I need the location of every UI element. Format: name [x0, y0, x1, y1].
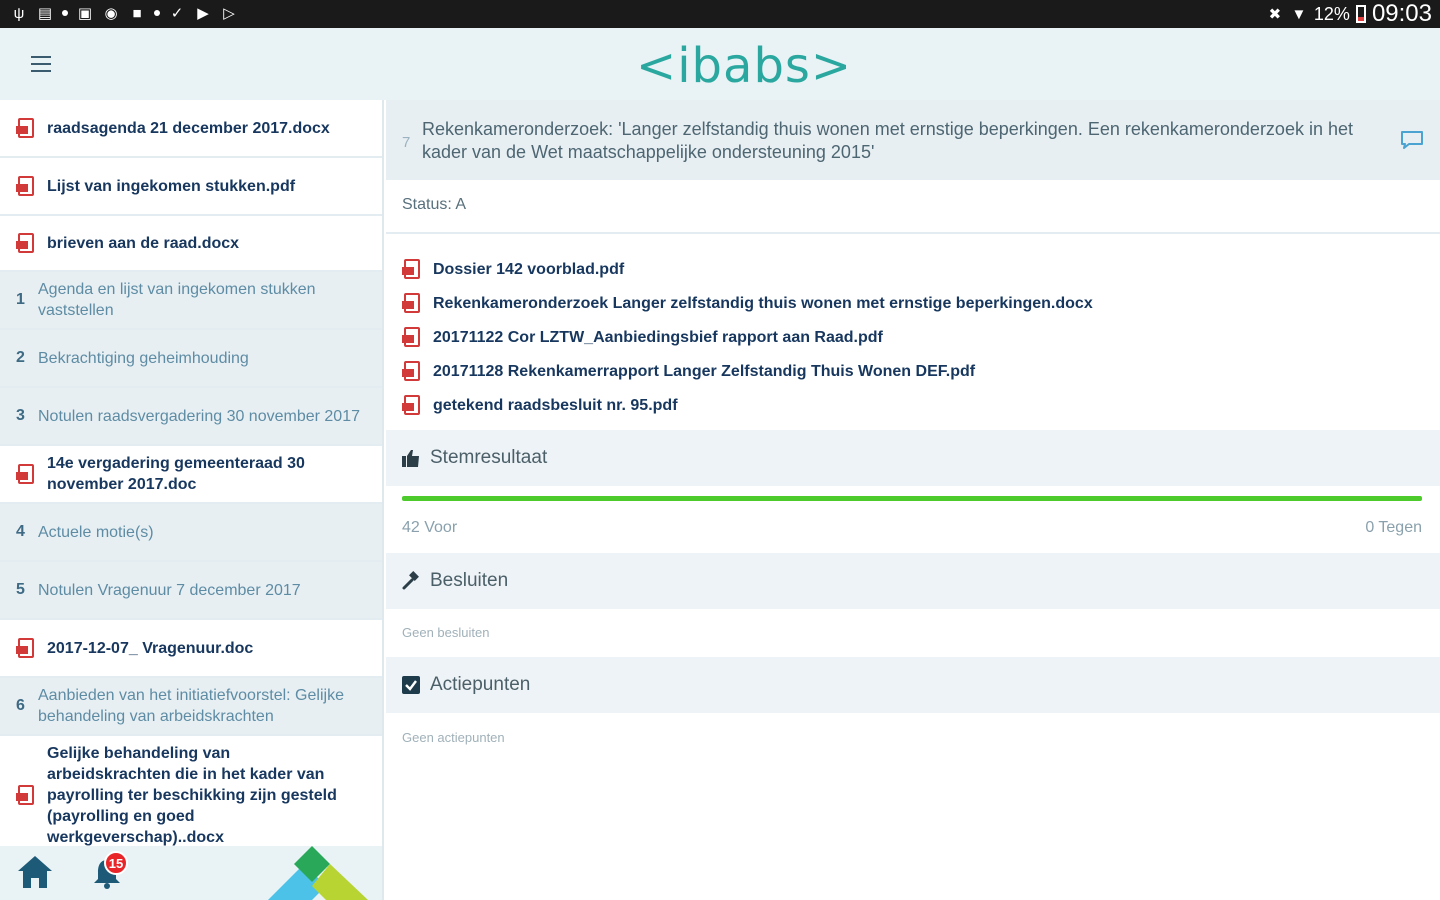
thumbs-up-icon: [402, 450, 419, 467]
agenda-number: 5: [16, 581, 25, 598]
pdf-document-icon: [16, 176, 36, 196]
attachment-list: Dossier 142 voorblad.pdf Rekenkameronder…: [402, 252, 1093, 422]
decisions-empty: Geen besluiten: [402, 625, 490, 640]
status-icons-right: ✖ ▼ 12% 09:03: [1266, 2, 1432, 26]
agenda-number: 1: [16, 291, 25, 308]
agenda-label: Notulen raadsvergadering 30 november 201…: [38, 407, 360, 425]
pdf-document-icon: [16, 118, 36, 138]
comment-icon[interactable]: [1400, 130, 1424, 150]
sidebar-document-item[interactable]: brieven aan de raad.docx: [0, 216, 382, 272]
agenda-number: 4: [16, 523, 25, 540]
document-label: raadsagenda 21 december 2017.docx: [47, 119, 330, 137]
action-items-heading: Actiepunten: [430, 674, 531, 695]
download-done-icon: ✓: [170, 5, 184, 22]
hamburger-menu-icon[interactable]: [24, 50, 58, 78]
sidebar-agenda-item[interactable]: 5 Notulen Vragenuur 7 december 2017: [0, 562, 382, 620]
status-icons-left: ψ ▤ ▣ ◉ ■ ✓ ▶ ▷: [10, 4, 238, 23]
agenda-number: 3: [16, 407, 25, 424]
sidebar-document-item[interactable]: Gelijke behandeling van arbeidskrachten …: [0, 736, 382, 846]
ibabs-emblem-icon: [268, 846, 368, 900]
agenda-label: Bekrachtiging geheimhouding: [38, 349, 249, 367]
sidebar-agenda-item[interactable]: 4 Actuele motie(s): [0, 504, 382, 562]
pdf-document-icon: [402, 293, 422, 313]
attachment-item[interactable]: getekend raadsbesluit nr. 95.pdf: [402, 388, 1093, 422]
document-label: 2017-12-07_ Vragenuur.doc: [47, 639, 254, 657]
agenda-label: Aanbieden van het initiatiefvoorstel: Ge…: [38, 687, 344, 725]
document-label: Gelijke behandeling van arbeidskrachten …: [47, 744, 337, 846]
action-items-header: Actiepunten: [386, 657, 1440, 713]
item-title-bar: 7 Rekenkameronderzoek: 'Langer zelfstand…: [386, 100, 1440, 180]
status-bar: ψ ▤ ▣ ◉ ■ ✓ ▶ ▷ ✖ ▼ 12% 09:03: [0, 0, 1440, 28]
pdf-document-icon: [16, 638, 36, 658]
vote-result-heading: Stemresultaat: [430, 447, 548, 468]
agenda-label: Agenda en lijst van ingekomen stukken va…: [38, 281, 316, 319]
agenda-item-detail: 7 Rekenkameronderzoek: 'Langer zelfstand…: [386, 100, 1440, 900]
vote-result-header: Stemresultaat: [386, 430, 1440, 486]
attachment-item[interactable]: 20171122 Cor LZTW_Aanbiedingsbief rappor…: [402, 320, 1093, 354]
pdf-document-icon: [16, 464, 36, 484]
sidebar-document-item[interactable]: 2017-12-07_ Vragenuur.doc: [0, 620, 382, 678]
app-header: <ibabs>: [0, 28, 1440, 100]
agenda-label: Actuele motie(s): [38, 523, 154, 541]
dot-icon: [62, 10, 68, 16]
mute-icon: ✖: [1268, 6, 1282, 23]
pdf-document-icon: [402, 327, 422, 347]
pdf-document-icon: [402, 361, 422, 381]
attachment-label: 20171122 Cor LZTW_Aanbiedingsbief rappor…: [433, 328, 883, 346]
document-label: Lijst van ingekomen stukken.pdf: [47, 177, 296, 195]
sd-card-icon: ▤: [37, 5, 53, 22]
decisions-heading: Besluiten: [430, 570, 509, 591]
gavel-icon: [402, 571, 419, 590]
item-status: Status: A: [402, 196, 467, 213]
item-number: 7: [402, 134, 411, 151]
attachment-label: 20171128 Rekenkamerrapport Langer Zelfst…: [433, 362, 976, 380]
sidebar-document-item[interactable]: Lijst van ingekomen stukken.pdf: [0, 158, 382, 216]
sidebar-document-item[interactable]: 14e vergadering gemeenteraad 30 november…: [0, 446, 382, 504]
play-store-icon: ▷: [223, 5, 235, 22]
attachment-label: Dossier 142 voorblad.pdf: [433, 260, 625, 278]
sidebar-agenda-item[interactable]: 1 Agenda en lijst van ingekomen stukken …: [0, 272, 382, 330]
pdf-document-icon: [16, 785, 36, 805]
play-store-icon: ▶: [197, 5, 209, 22]
vote-progress-bar: [402, 496, 1422, 501]
pdf-document-icon: [16, 233, 36, 253]
sidebar-agenda-item[interactable]: 3 Notulen raadsvergadering 30 november 2…: [0, 388, 382, 446]
divider: [386, 232, 1440, 234]
pdf-document-icon: [402, 259, 422, 279]
attachment-item[interactable]: Dossier 142 voorblad.pdf: [402, 252, 1093, 286]
sidebar-agenda-item[interactable]: 2 Bekrachtiging geheimhouding: [0, 330, 382, 388]
wifi-icon: ▼: [1291, 5, 1307, 23]
action-items-empty: Geen actiepunten: [402, 730, 505, 745]
battery-percent: 12%: [1313, 3, 1350, 24]
notification-badge: 15: [104, 851, 128, 875]
home-icon[interactable]: [16, 854, 54, 890]
document-label: 14e vergadering gemeenteraad 30 november…: [47, 455, 305, 493]
votes-against: 0 Tegen: [1365, 519, 1422, 536]
pdf-document-icon: [402, 395, 422, 415]
lock-icon: ■: [132, 4, 142, 22]
agenda-number: 2: [16, 349, 25, 366]
attachment-label: getekend raadsbesluit nr. 95.pdf: [433, 396, 678, 414]
agenda-label: Notulen Vragenuur 7 december 2017: [38, 581, 301, 599]
agenda-sidebar: raadsagenda 21 december 2017.docx Lijst …: [0, 100, 384, 846]
sidebar-footer: 15: [0, 846, 384, 900]
attachment-label: Rekenkameronderzoek Langer zelfstandig t…: [433, 294, 1093, 312]
vpn-icon: ◉: [104, 5, 118, 22]
image-icon: ▣: [77, 5, 93, 22]
attachment-item[interactable]: Rekenkameronderzoek Langer zelfstandig t…: [402, 286, 1093, 320]
app-logo: <ibabs>: [636, 38, 853, 94]
votes-for: 42 Voor: [402, 519, 458, 536]
dot-icon: [154, 10, 160, 16]
decisions-header: Besluiten: [386, 553, 1440, 609]
clock: 09:03: [1371, 0, 1432, 27]
sidebar-agenda-item[interactable]: 6 Aanbieden van het initiatiefvoorstel: …: [0, 678, 382, 736]
item-title: Rekenkameronderzoek: 'Langer zelfstandig…: [422, 119, 1353, 162]
checkbox-icon: [402, 676, 420, 694]
agenda-number: 6: [16, 697, 25, 714]
battery-icon: [1355, 5, 1366, 23]
sidebar-document-item[interactable]: raadsagenda 21 december 2017.docx: [0, 100, 382, 158]
attachment-item[interactable]: 20171128 Rekenkamerrapport Langer Zelfst…: [402, 354, 1093, 388]
usb-icon: ψ: [13, 4, 25, 22]
document-label: brieven aan de raad.docx: [47, 234, 240, 252]
